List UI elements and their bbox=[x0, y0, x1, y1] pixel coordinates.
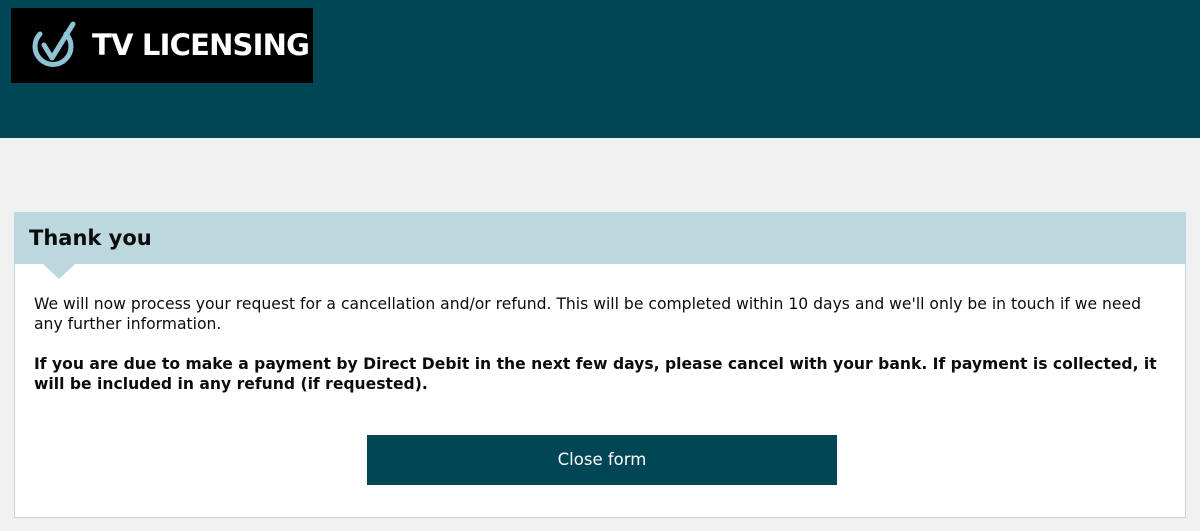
page-title: Thank you bbox=[29, 226, 152, 250]
panel-header: Thank you bbox=[15, 213, 1185, 279]
panel-body: We will now process your request for a c… bbox=[15, 264, 1185, 394]
logo-text: TV LICENSING bbox=[92, 28, 310, 62]
close-form-button[interactable]: Close form bbox=[367, 435, 837, 485]
site-header: TV LICENSING bbox=[0, 0, 1200, 138]
confirmation-message: We will now process your request for a c… bbox=[34, 295, 1142, 333]
tv-licensing-logo[interactable]: TV LICENSING bbox=[11, 8, 313, 83]
direct-debit-notice: If you are due to make a payment by Dire… bbox=[34, 355, 1157, 393]
tick-power-icon bbox=[32, 21, 76, 67]
confirmation-panel: Thank you We will now process your reque… bbox=[14, 212, 1186, 518]
